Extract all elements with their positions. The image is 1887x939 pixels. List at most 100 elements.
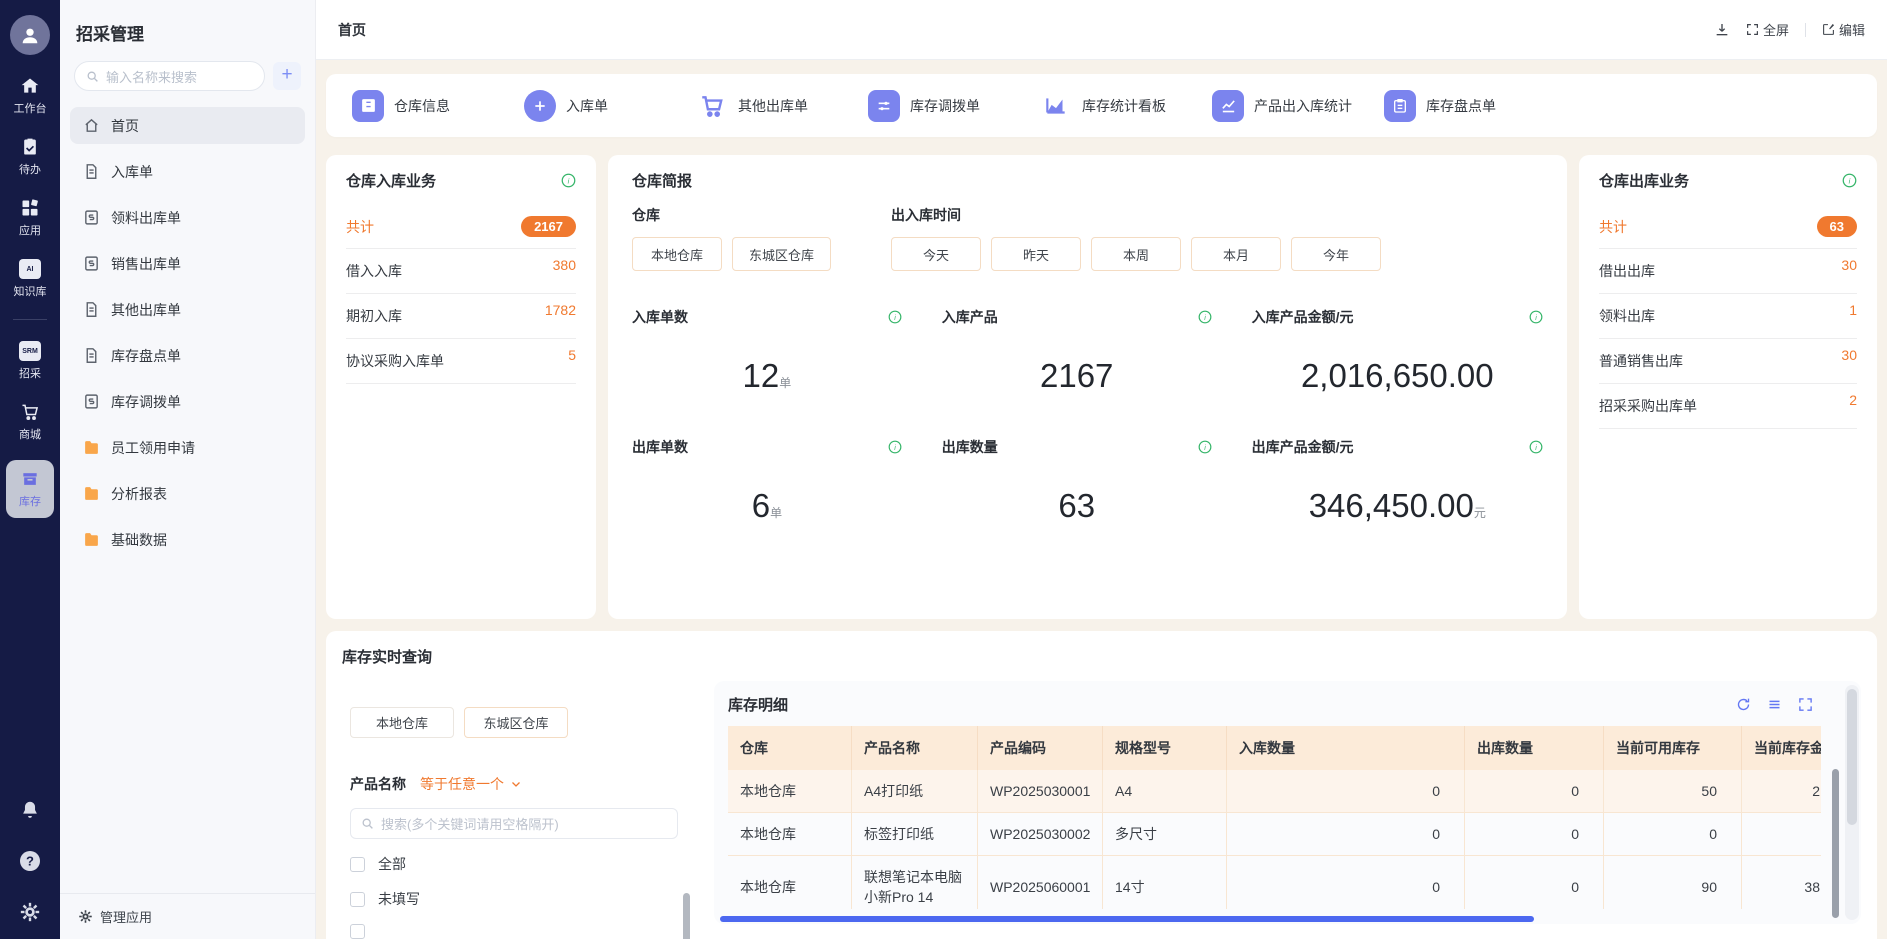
info-icon[interactable]: i [1842, 173, 1857, 188]
table-cell[interactable]: WP2025030002 [978, 813, 1103, 856]
sidebar-search-input[interactable]: 输入名称来搜索 [74, 61, 265, 91]
stat-row[interactable]: 借出出库 30 [1599, 249, 1857, 294]
stat-row[interactable]: 借入入库 380 [346, 249, 576, 294]
list-icon[interactable] [1767, 697, 1782, 712]
download-icon[interactable] [1714, 22, 1730, 38]
panel-scrollbar-thumb[interactable] [1847, 689, 1857, 825]
table-cell[interactable]: 0 [1465, 813, 1604, 856]
quicklink-warehouse-info[interactable]: 仓库信息 [352, 90, 524, 122]
rail-item-todo[interactable]: 待办 [19, 137, 41, 177]
panel-scrollbar-track[interactable] [1845, 685, 1859, 920]
quicklink-stocktake-order[interactable]: 库存盘点单 [1384, 90, 1556, 122]
stat-row[interactable]: 领料出库 1 [1599, 294, 1857, 339]
table-cell[interactable]: 0 [1227, 770, 1465, 813]
info-icon[interactable]: i [1529, 440, 1543, 454]
rail-item-label: 招采 [19, 365, 41, 381]
bell-icon[interactable] [19, 799, 41, 821]
table-cell[interactable]: 本地仓库 [728, 856, 852, 909]
sidebar-item-home[interactable]: 首页 [70, 107, 305, 144]
total-row[interactable]: 共计 63 [1599, 205, 1857, 249]
manage-apps-button[interactable]: 管理应用 [60, 893, 315, 939]
quicklink-stat-dashboard[interactable]: 库存统计看板 [1040, 90, 1212, 122]
table-cell[interactable]: 标签打印纸 [852, 813, 978, 856]
stat-row[interactable]: 协议采购入库单 5 [346, 339, 576, 384]
time-option-button[interactable]: 昨天 [991, 237, 1081, 271]
fullscreen-button[interactable]: 全屏 [1746, 20, 1789, 39]
add-button[interactable]: + [273, 62, 301, 90]
info-icon[interactable]: i [888, 310, 902, 324]
time-option-button[interactable]: 本月 [1191, 237, 1281, 271]
sidebar-item-reports[interactable]: 分析报表 [70, 475, 305, 512]
keyword-search-input[interactable]: 搜索(多个关键词请用空格隔开) [350, 808, 678, 839]
warehouse-option-button[interactable]: 东城区仓库 [732, 237, 831, 271]
table-cell[interactable]: WP2025030001 [978, 770, 1103, 813]
gear-icon[interactable] [19, 901, 41, 923]
warehouse-option-button[interactable]: 本地仓库 [632, 237, 722, 271]
table-cell[interactable]: 14寸 [1103, 856, 1227, 909]
table-cell[interactable]: 本地仓库 [728, 813, 852, 856]
sidebar-item-base-data[interactable]: 基础数据 [70, 521, 305, 558]
user-avatar[interactable] [10, 15, 50, 55]
operator-dropdown[interactable]: 等于任意一个 [420, 774, 522, 794]
help-icon[interactable]: ? [18, 849, 42, 873]
rail-item-knowledge[interactable]: AI 知识库 [14, 259, 47, 299]
expand-icon[interactable] [1798, 697, 1813, 712]
table-cell[interactable]: 90 [1604, 856, 1742, 909]
refresh-icon[interactable] [1736, 697, 1751, 712]
table-cell[interactable]: 0 [1465, 770, 1604, 813]
info-icon[interactable]: i [1198, 310, 1212, 324]
rail-item-inventory[interactable]: 库存 [6, 460, 54, 518]
table-cell[interactable]: 本地仓库 [728, 770, 852, 813]
sidebar-item-employee-request[interactable]: 员工领用申请 [70, 429, 305, 466]
time-option-button[interactable]: 今年 [1291, 237, 1381, 271]
table-vertical-scrollbar[interactable] [1832, 769, 1839, 918]
total-row[interactable]: 共计 2167 [346, 205, 576, 249]
rail-item-apps[interactable]: 应用 [19, 198, 41, 238]
rail-item-srm[interactable]: SRM 招采 [19, 341, 41, 381]
rail-item-mall[interactable]: 商城 [19, 402, 41, 442]
table-cell[interactable]: 0 [1227, 856, 1465, 909]
quicklink-transfer-order[interactable]: 库存调拨单 [868, 90, 1040, 122]
filter-scrollbar[interactable] [683, 893, 690, 939]
sidebar-item-sales-outbound[interactable]: 销售出库单 [70, 245, 305, 282]
stat-row[interactable]: 普通销售出库 30 [1599, 339, 1857, 384]
time-option-button[interactable]: 本周 [1091, 237, 1181, 271]
checkbox-row-all[interactable]: 全部 [350, 854, 678, 874]
sidebar-item-transfer[interactable]: 库存调拨单 [70, 383, 305, 420]
info-icon[interactable]: i [561, 173, 576, 188]
edit-button[interactable]: 编辑 [1822, 20, 1865, 39]
checkbox-row-partial[interactable] [350, 924, 678, 939]
quicklink-inout-stat[interactable]: 产品出入库统计 [1212, 90, 1384, 122]
info-icon[interactable]: i [1529, 310, 1543, 324]
sidebar-item-picking-outbound[interactable]: 领料出库单 [70, 199, 305, 236]
table-cell[interactable]: 0 [1465, 856, 1604, 909]
time-option-button[interactable]: 今天 [891, 237, 981, 271]
sidebar-item-stocktake[interactable]: 库存盘点单 [70, 337, 305, 374]
table-cell[interactable]: 0 [1604, 813, 1742, 856]
table-horizontal-scrollbar[interactable] [720, 916, 1534, 922]
stat-row[interactable]: 招采采购出库单 2 [1599, 384, 1857, 429]
warehouse-option-button[interactable]: 东城区仓库 [464, 707, 568, 738]
table-cell[interactable]: 多尺寸 [1103, 813, 1227, 856]
info-icon[interactable]: i [1198, 440, 1212, 454]
table-cell[interactable]: A4打印纸 [852, 770, 978, 813]
table-cell[interactable]: 2 [1742, 770, 1821, 813]
quicklink-other-outbound[interactable]: 其他出库单 [696, 90, 868, 122]
warehouse-option-button[interactable]: 本地仓库 [350, 707, 454, 738]
sidebar-item-inbound-order[interactable]: 入库单 [70, 153, 305, 190]
sidebar-item-other-outbound[interactable]: 其他出库单 [70, 291, 305, 328]
table-cell[interactable] [1742, 813, 1821, 856]
checkbox-row-unfilled[interactable]: 未填写 [350, 889, 678, 909]
table-cell[interactable]: WP2025060001 [978, 856, 1103, 909]
quicklink-inbound-order[interactable]: 入库单 [524, 90, 696, 122]
stat-row[interactable]: 期初入库 1782 [346, 294, 576, 339]
table-cell[interactable]: A4 [1103, 770, 1227, 813]
tab-home[interactable]: 首页 [338, 20, 366, 40]
info-icon[interactable]: i [888, 440, 902, 454]
table-cell[interactable]: 38 [1742, 856, 1821, 909]
table-cell[interactable]: 0 [1227, 813, 1465, 856]
file-icon [83, 301, 100, 318]
table-cell[interactable]: 联想笔记本电脑小新Pro 14 [852, 856, 978, 909]
table-cell[interactable]: 50 [1604, 770, 1742, 813]
rail-item-workbench[interactable]: 工作台 [14, 76, 47, 116]
